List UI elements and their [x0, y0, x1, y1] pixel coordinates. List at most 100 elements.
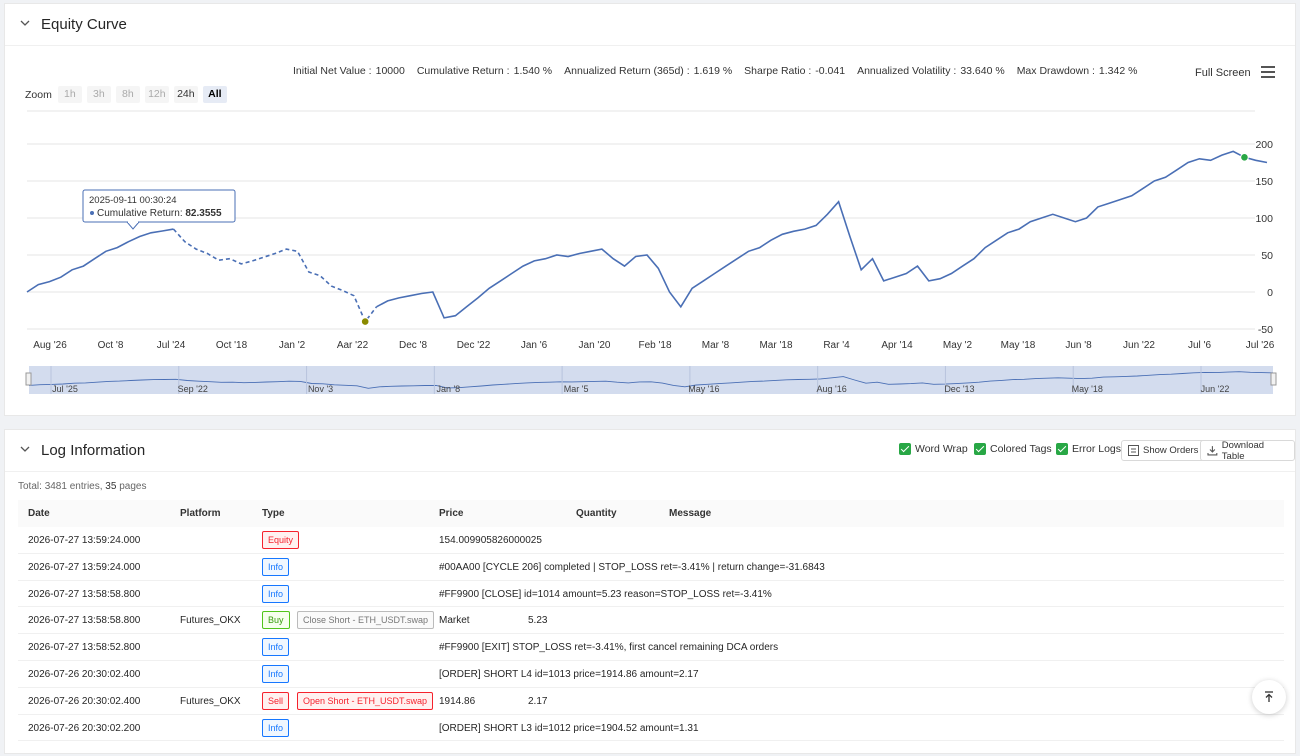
cell-date: 2026-07-27 13:59:24.000: [28, 561, 141, 573]
checkbox-icon[interactable]: [974, 443, 986, 455]
column-header-type[interactable]: Type: [262, 508, 285, 519]
cell-date: 2026-07-26 20:30:02.200: [28, 722, 141, 734]
cell-date: 2026-07-27 13:59:24.000: [28, 535, 141, 546]
equity-chart[interactable]: 200 150 100 50 0 -50 Aug '26 Oct '8 Jul '24 Oct '…: [5, 4, 1297, 404]
x-tick-label: Jun '8: [1065, 340, 1092, 351]
table-row[interactable]: 2026-07-26 20:30:02.400 Info [ORDER] SHORT…: [18, 661, 1284, 688]
equity-line-dashed: [172, 228, 378, 324]
navigator-tick-label: Nov '3: [308, 384, 333, 394]
x-tick-label: Jul '24: [157, 340, 186, 351]
x-tick-label: Aug '26: [33, 340, 67, 351]
tooltip-value: 82.3555: [185, 208, 222, 219]
back-to-top-button[interactable]: [1252, 680, 1286, 714]
x-tick-label: Oct '8: [98, 340, 124, 351]
table-row[interactable]: 2026-07-27 13:58:58.800 Futures_OKX Buy Clo…: [18, 607, 1284, 635]
x-tick-label: Jan '6: [521, 340, 548, 351]
log-header[interactable]: Log Information Word Wrap Colored Tags E…: [5, 430, 1295, 472]
x-tick-label: May '2: [943, 340, 973, 351]
table-row[interactable]: 2026-07-27 13:58:52.800 Info #FF9900 [EXIT…: [18, 634, 1284, 661]
table-row[interactable]: 2026-07-27 13:58:58.800 Info #FF9900 [CLOS…: [18, 581, 1284, 608]
y-tick-label: 0: [1267, 287, 1273, 299]
navigator-tick-label: Dec '13: [944, 384, 974, 394]
table-row[interactable]: 2026-07-27 13:59:24.000 Info #00AA00 [CYCL…: [18, 554, 1284, 581]
type-tag: Buy: [262, 611, 290, 630]
show-orders-label: Show Orders: [1143, 445, 1199, 456]
column-header-date[interactable]: Date: [28, 508, 50, 519]
cell-price: #00AA00 [CYCLE 206] completed | STOP_LOS…: [439, 561, 825, 573]
navigator-tick-label: May '16: [688, 384, 719, 394]
x-tick-label: Apr '14: [881, 340, 913, 351]
cell-platform: Futures_OKX: [180, 615, 241, 627]
download-table-label: Download Table: [1221, 439, 1265, 462]
data-marker[interactable]: [1240, 153, 1249, 162]
y-tick-label: 150: [1255, 176, 1273, 188]
entries-word: entries,: [69, 481, 103, 492]
cell-date: 2026-07-26 20:30:02.400: [28, 669, 141, 680]
checkbox-icon[interactable]: [899, 443, 911, 455]
type-tag: Info: [262, 557, 290, 576]
equity-curve-panel: Equity Curve Initial Net Value :10000 Cum…: [4, 3, 1296, 416]
table-row[interactable]: 2026-07-26 20:30:02.200 Info [ORDER] SHORT…: [18, 715, 1284, 742]
x-tick-label: Mar '18: [759, 340, 792, 351]
y-tick-label: 200: [1255, 139, 1273, 151]
x-tick-label: Jan '2: [279, 340, 306, 351]
x-tick-label: Feb '18: [638, 340, 671, 351]
navigator-handle-left[interactable]: [25, 372, 32, 386]
tooltip-date: 2025-09-11 00:30:24: [89, 195, 177, 206]
word-wrap-label: Word Wrap: [915, 443, 968, 455]
error-logs-toggle[interactable]: Error Logs: [1056, 443, 1121, 455]
type-tag: Sell: [262, 691, 290, 710]
type-tag: Info: [262, 718, 290, 737]
equity-line: [376, 150, 1268, 319]
navigator-tick-label: Mar '5: [564, 384, 589, 394]
download-icon: [1207, 446, 1218, 456]
x-tick-label: Jan '20: [579, 340, 611, 351]
type-tag: Info: [262, 584, 290, 603]
cell-price: [ORDER] SHORT L3 id=1012 price=1904.52 a…: [439, 722, 699, 734]
word-wrap-toggle[interactable]: Word Wrap: [899, 443, 968, 455]
colored-tags-toggle[interactable]: Colored Tags: [974, 443, 1052, 455]
x-tick-label: Jul '6: [1188, 340, 1211, 351]
log-title: Log Information: [41, 442, 146, 459]
order-tag: Open Short - ETH_USDT.swap: [297, 691, 434, 710]
table-row[interactable]: 2026-07-26 20:30:02.400 Futures_OKX Sell Op…: [18, 688, 1284, 715]
show-orders-button[interactable]: Show Orders: [1121, 440, 1206, 461]
navigator-tick-label: Sep '22: [178, 384, 208, 394]
column-header-message[interactable]: Message: [669, 508, 711, 519]
cell-price: 1914.86: [439, 695, 476, 707]
navigator-tick-label: Jun '22: [1201, 384, 1230, 394]
navigator-tick-label: May '18: [1072, 384, 1103, 394]
total-prefix: Total:: [18, 481, 42, 492]
x-tick-label: Jul '26: [1246, 340, 1275, 351]
cell-price: #FF9900 [CLOSE] id=1014 amount=5.23 reas…: [439, 588, 772, 600]
cell-date: 2026-07-27 13:58:58.800: [28, 588, 141, 600]
order-tag: Close Short - ETH_USDT.swap: [297, 611, 435, 630]
cell-quantity: 2.17: [528, 695, 548, 707]
cell-price: Market: [439, 615, 470, 627]
table-row[interactable]: 2026-07-27 13:59:24.000 Equity 154.0099058…: [18, 527, 1284, 554]
download-table-button[interactable]: Download Table: [1200, 439, 1295, 462]
column-header-price[interactable]: Price: [439, 508, 463, 519]
error-logs-label: Error Logs: [1072, 443, 1122, 455]
column-header-quantity[interactable]: Quantity: [576, 508, 617, 519]
checkbox-icon[interactable]: [1056, 443, 1068, 455]
tooltip-pointer: [126, 221, 140, 230]
cell-date: 2026-07-26 20:30:02.400: [28, 695, 141, 707]
x-tick-label: Jun '22: [1123, 340, 1155, 351]
cell-price: #FF9900 [EXIT] STOP_LOSS ret=-3.41%, fir…: [439, 642, 779, 654]
navigator-tick-label: Jul '25: [52, 384, 78, 394]
list-icon: [1128, 445, 1139, 456]
arrow-up-icon: [1265, 691, 1273, 702]
chevron-down-icon[interactable]: [19, 443, 31, 455]
table-header: Date Platform Type Price Quantity Messag…: [18, 500, 1284, 527]
navigator-handle-right[interactable]: [1270, 372, 1277, 386]
data-marker[interactable]: [360, 317, 370, 326]
column-header-platform[interactable]: Platform: [180, 508, 221, 519]
tooltip-bullet: [90, 211, 94, 215]
log-panel: Log Information Word Wrap Colored Tags E…: [4, 429, 1296, 754]
cell-quantity: 5.23: [528, 615, 548, 627]
navigator-tick-label: Aug '16: [817, 384, 847, 394]
cell-platform: Futures_OKX: [180, 695, 241, 707]
cell-date: 2026-07-27 13:58:52.800: [28, 642, 141, 654]
y-tick-label: -50: [1258, 324, 1273, 336]
